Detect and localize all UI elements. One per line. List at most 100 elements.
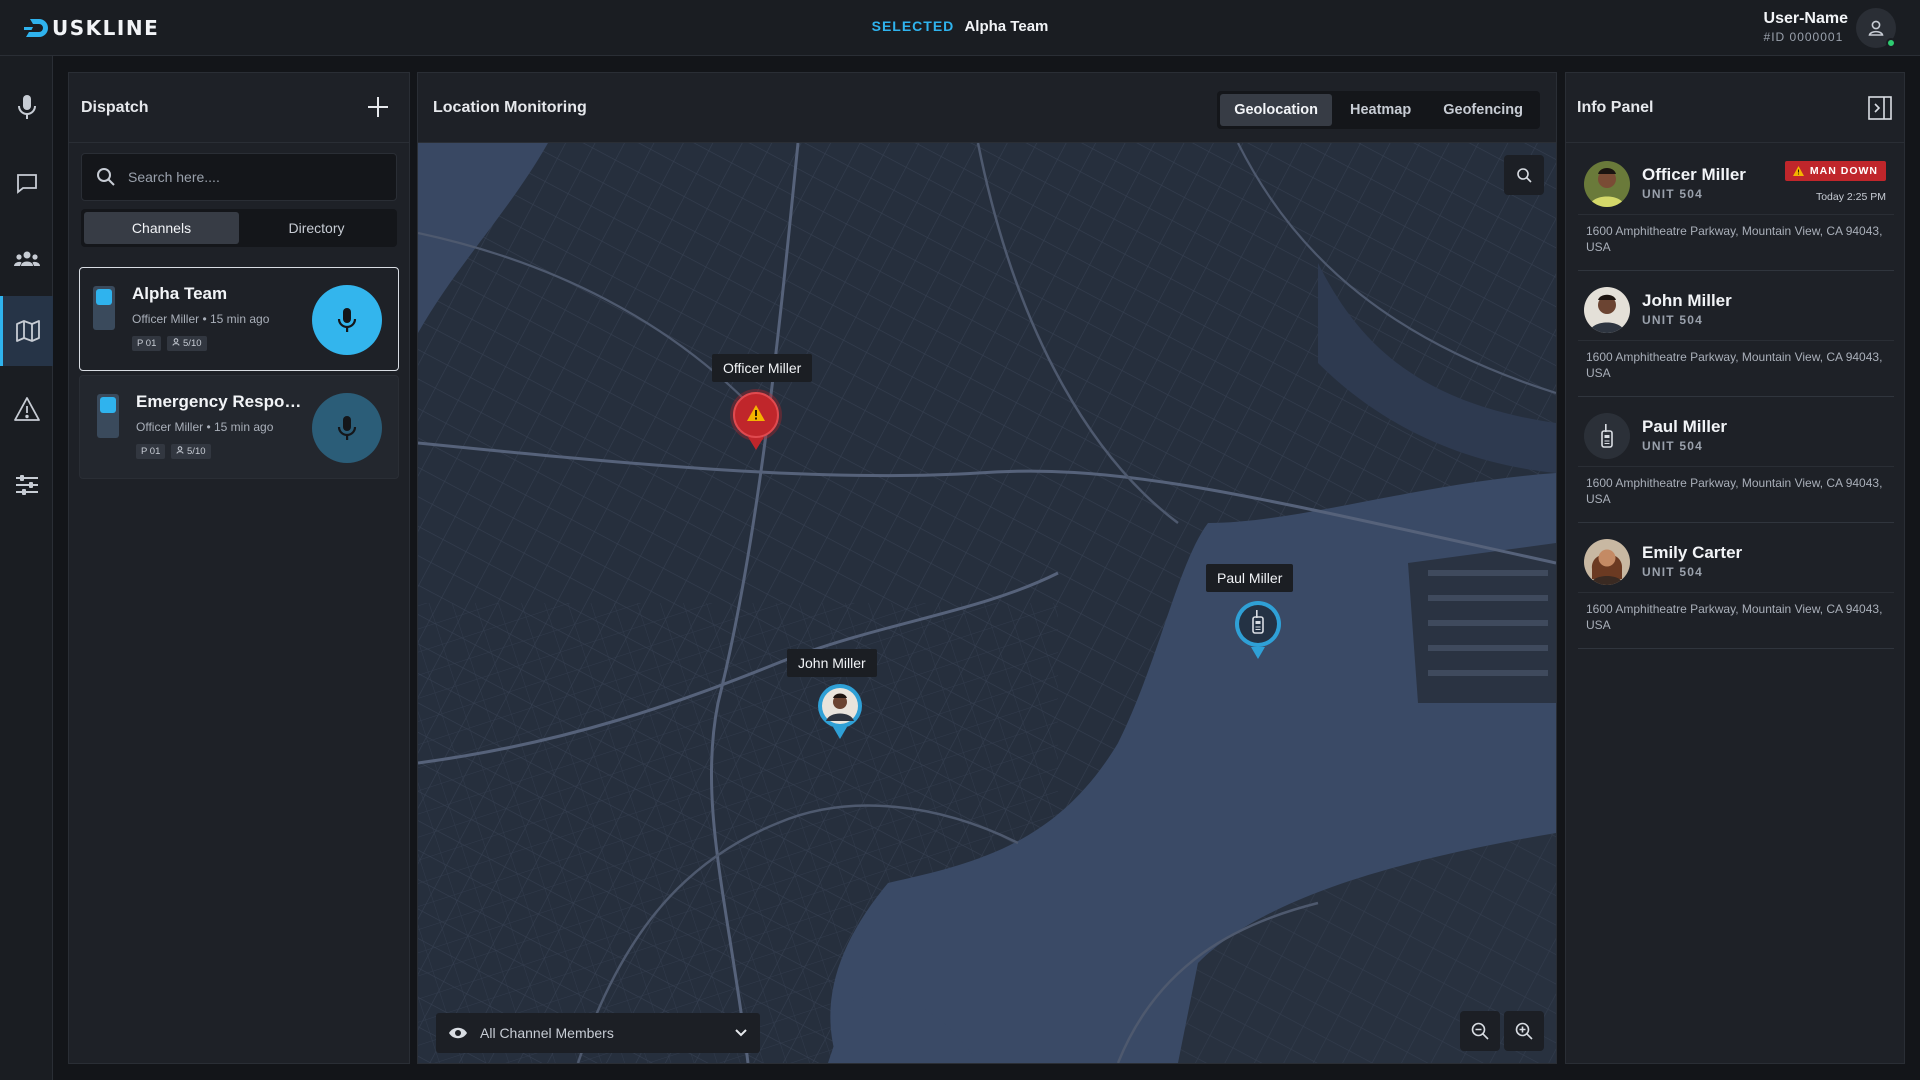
alert-pin-icon — [730, 389, 782, 450]
officer-avatar — [1584, 539, 1630, 585]
person-icon — [176, 446, 184, 454]
map-icon — [16, 320, 40, 342]
members-tag: 5/10 — [167, 336, 207, 351]
alert-icon — [13, 397, 40, 421]
warning-icon — [1792, 166, 1804, 176]
priority-tag: P 01 — [136, 444, 166, 459]
radio-icon — [1584, 413, 1630, 459]
dispatch-panel: Dispatch Channels Directory Alpha Team O… — [68, 72, 410, 1064]
pin-john-miller[interactable] — [817, 683, 863, 746]
chat-icon — [16, 174, 37, 194]
officer-name: Emily Carter — [1642, 543, 1743, 562]
officer-address: 1600 Amphitheatre Parkway, Mountain View… — [1586, 476, 1883, 506]
member-filter-select[interactable]: All Channel Members — [436, 1013, 760, 1053]
officer-address: 1600 Amphitheatre Parkway, Mountain View… — [1586, 224, 1883, 254]
zoom-out-icon — [1471, 1022, 1489, 1040]
channel-subtitle: Officer Miller • 15 min ago — [136, 420, 274, 434]
user-info: User-Name #ID 0000001 — [1764, 10, 1848, 44]
push-to-talk-button[interactable] — [312, 285, 382, 355]
channel-title: Emergency Response Team — [136, 392, 306, 411]
members-count: 5/10 — [187, 446, 206, 457]
search-box — [81, 153, 397, 201]
pin-officer-miller[interactable] — [728, 387, 784, 458]
divider — [1578, 592, 1894, 593]
members-count: 5/10 — [183, 338, 202, 349]
sliders-icon — [15, 475, 38, 495]
members-tag: 5/10 — [171, 444, 211, 459]
channel-card[interactable]: Emergency Response Team Officer Miller •… — [79, 375, 399, 479]
channel-color-indicator — [97, 394, 119, 438]
selected-value: Alpha Team — [964, 18, 1049, 35]
avatar-image — [1584, 161, 1630, 207]
tab-heatmap[interactable]: Heatmap — [1336, 94, 1425, 126]
divider — [1578, 340, 1894, 341]
user-icon — [1868, 20, 1884, 36]
zoom-in-button[interactable] — [1504, 1011, 1544, 1051]
channel-tags: P 01 5/10 — [132, 336, 207, 351]
officer-avatar — [1584, 287, 1630, 333]
priority-tag: P 01 — [132, 336, 162, 351]
rail-item-voice[interactable] — [0, 72, 53, 142]
divider — [1578, 466, 1894, 467]
info-title: Info Panel — [1577, 98, 1654, 116]
user-id: #ID 0000001 — [1763, 30, 1844, 44]
map-search-button[interactable] — [1504, 155, 1544, 195]
tab-directory[interactable]: Directory — [239, 212, 394, 244]
add-channel-button[interactable] — [367, 96, 389, 123]
officer-avatar — [1584, 413, 1630, 459]
user-name: User-Name — [1763, 10, 1848, 27]
push-to-talk-button[interactable] — [312, 393, 382, 463]
person-icon — [172, 338, 180, 346]
channel-color-indicator — [93, 286, 115, 330]
rail-item-alerts[interactable] — [0, 374, 53, 444]
officer-card[interactable]: Emily Carter UNIT 504 1600 Amphitheatre … — [1578, 523, 1894, 649]
microphone-icon — [17, 95, 36, 119]
search-icon — [1517, 168, 1532, 183]
side-rail — [0, 56, 53, 1080]
divider — [1578, 214, 1894, 215]
officer-name: Paul Miller — [1642, 417, 1728, 436]
microphone-icon — [337, 416, 357, 440]
man-down-badge: MAN DOWN — [1784, 161, 1886, 181]
officer-unit: UNIT 504 — [1642, 313, 1703, 327]
channel-title: Alpha Team — [132, 284, 228, 303]
avatar-image — [1584, 287, 1630, 333]
tab-channels[interactable]: Channels — [84, 212, 239, 244]
rail-item-groups[interactable] — [0, 224, 53, 294]
alert-time: Today 2:25 PM — [1815, 191, 1886, 203]
tab-geolocation[interactable]: Geolocation — [1220, 94, 1332, 126]
panel-collapse-icon — [1868, 96, 1892, 120]
channel-tags: P 01 5/10 — [136, 444, 211, 459]
man-down-text: MAN DOWN — [1809, 165, 1878, 177]
location-monitoring-panel: Location Monitoring Geolocation Heatmap … — [417, 72, 1557, 1064]
pin-label-officer-miller: Officer Miller — [712, 354, 813, 382]
collapse-panel-button[interactable] — [1868, 96, 1892, 125]
officer-card[interactable]: John Miller UNIT 504 1600 Amphitheatre P… — [1578, 271, 1894, 397]
avatar-image — [1584, 539, 1630, 585]
pin-paul-miller[interactable] — [1233, 599, 1283, 666]
dispatch-tabs: Channels Directory — [81, 209, 397, 247]
channel-card[interactable]: Alpha Team Officer Miller • 15 min ago P… — [79, 267, 399, 371]
officer-avatar — [1584, 161, 1630, 207]
plus-icon — [368, 97, 388, 117]
officer-card[interactable]: Officer Miller UNIT 504 MAN DOWN Today 2… — [1578, 145, 1894, 271]
map-header: Location Monitoring Geolocation Heatmap … — [418, 73, 1556, 143]
map-background[interactable] — [418, 143, 1556, 1063]
rail-item-settings[interactable] — [0, 450, 53, 520]
officer-unit: UNIT 504 — [1642, 565, 1703, 579]
dispatch-title: Dispatch — [81, 98, 149, 116]
search-input[interactable] — [128, 169, 368, 185]
rail-item-map[interactable] — [0, 296, 53, 366]
info-header: Info Panel — [1566, 73, 1904, 143]
selected-channel: SELECTED Alpha Team — [0, 18, 1920, 35]
pin-label-john-miller: John Miller — [787, 649, 877, 677]
pin-label-paul-miller: Paul Miller — [1206, 564, 1294, 592]
zoom-out-button[interactable] — [1460, 1011, 1500, 1051]
officer-card[interactable]: Paul Miller UNIT 504 1600 Amphitheatre P… — [1578, 397, 1894, 523]
user-avatar[interactable] — [1856, 8, 1896, 48]
tab-geofencing[interactable]: Geofencing — [1429, 94, 1537, 126]
eye-icon — [449, 1027, 467, 1039]
map-canvas[interactable]: Officer Miller John Miller Paul Miller A… — [418, 143, 1556, 1063]
rail-item-messages[interactable] — [0, 148, 53, 218]
info-panel: Info Panel Officer Miller UNIT 504 MAN D… — [1565, 72, 1905, 1064]
